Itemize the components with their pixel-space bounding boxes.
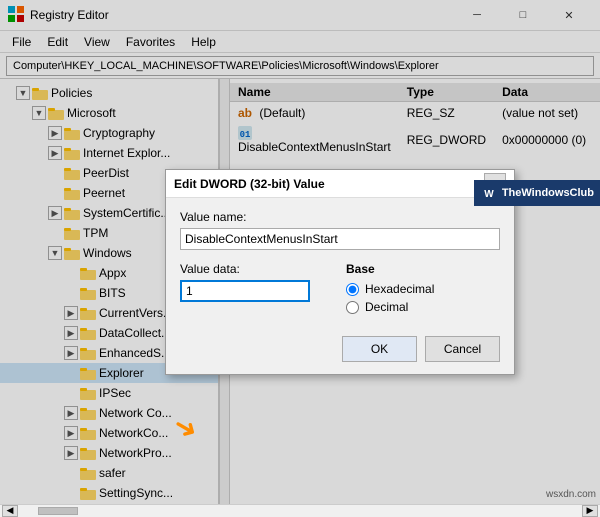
scroll-left-btn[interactable]: ◀ xyxy=(2,505,18,517)
twc-text: TheWindowsClub xyxy=(502,187,594,199)
cancel-button[interactable]: Cancel xyxy=(425,336,500,362)
radio-decimal[interactable]: Decimal xyxy=(346,300,500,314)
dialog-title-bar: Edit DWORD (32-bit) Value ✕ xyxy=(166,170,514,198)
radio-hexadecimal[interactable]: Hexadecimal xyxy=(346,282,500,296)
value-name-label: Value name: xyxy=(180,210,500,224)
dialog-buttons: OK Cancel xyxy=(180,332,500,362)
dialog-overlay: Edit DWORD (32-bit) Value ✕ Value name: … xyxy=(0,0,600,504)
twc-badge: W TheWindowsClub xyxy=(474,180,600,206)
base-label: Base xyxy=(346,262,500,276)
dialog-row: Value data: Base Hexadecimal Decimal xyxy=(180,262,500,318)
radio-hex-label: Hexadecimal xyxy=(365,282,434,296)
value-data-label: Value data: xyxy=(180,262,334,276)
value-name-input[interactable] xyxy=(180,228,500,250)
dialog-title: Edit DWORD (32-bit) Value xyxy=(174,177,484,191)
radio-decimal-input[interactable] xyxy=(346,301,359,314)
twc-icon: W xyxy=(480,184,498,202)
svg-text:W: W xyxy=(484,189,494,200)
ok-button[interactable]: OK xyxy=(342,336,417,362)
base-section: Base Hexadecimal Decimal xyxy=(346,262,500,318)
bottom-scrollbar[interactable]: ◀ ▶ xyxy=(0,504,600,516)
value-data-section: Value data: xyxy=(180,262,334,318)
scroll-right-btn[interactable]: ▶ xyxy=(582,505,598,517)
scroll-thumb[interactable] xyxy=(38,507,78,515)
value-data-input[interactable] xyxy=(180,280,310,302)
edit-dword-dialog: Edit DWORD (32-bit) Value ✕ Value name: … xyxy=(165,169,515,375)
radio-decimal-label: Decimal xyxy=(365,300,408,314)
dialog-body: Value name: Value data: Base Hexadecimal… xyxy=(166,198,514,374)
radio-hex-input[interactable] xyxy=(346,283,359,296)
